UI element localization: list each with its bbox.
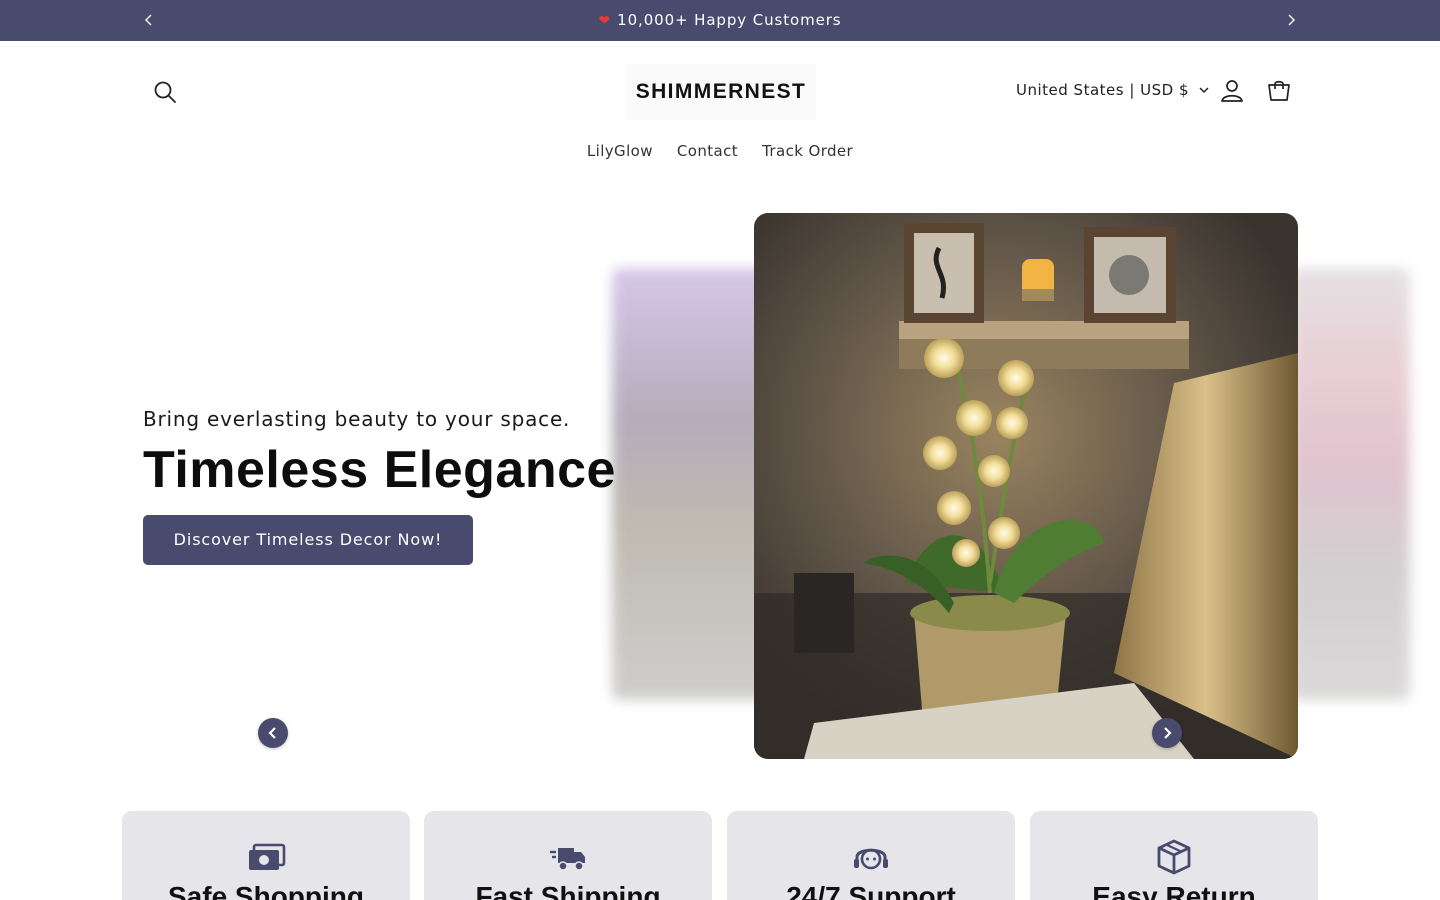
site-header: SHIMMERNEST United States | USD $ LilyGl… bbox=[0, 41, 1440, 193]
hero-image bbox=[754, 213, 1298, 759]
account-icon bbox=[1221, 80, 1243, 102]
delivery-truck-icon bbox=[548, 839, 588, 875]
announcement-message: ❤ 10,000+ Happy Customers bbox=[0, 0, 1440, 41]
search-button[interactable] bbox=[151, 78, 179, 106]
slideshow-next-button[interactable] bbox=[1152, 718, 1182, 748]
account-button[interactable] bbox=[1218, 77, 1246, 105]
announcement-next-button[interactable] bbox=[1283, 12, 1299, 28]
slideshow-prev-button[interactable] bbox=[258, 718, 288, 748]
hero-text-block: Bring everlasting beauty to your space. … bbox=[143, 407, 663, 565]
hero-subheading: Bring everlasting beauty to your space. bbox=[143, 407, 571, 431]
feature-title: Safe Shopping bbox=[168, 881, 364, 900]
country-currency-selector[interactable]: United States | USD $ bbox=[1016, 79, 1211, 101]
logo-link[interactable]: SHIMMERNEST bbox=[626, 64, 816, 120]
cart-icon bbox=[1268, 80, 1290, 101]
chevron-left-icon bbox=[268, 727, 276, 739]
next-slide-preview[interactable] bbox=[1290, 268, 1410, 700]
feature-card-easy-return: Easy Return bbox=[1030, 811, 1318, 900]
support-headset-icon bbox=[851, 839, 891, 875]
hero-slideshow: Bring everlasting beauty to your space. … bbox=[0, 193, 1440, 783]
heart-emoji-icon: ❤ bbox=[598, 13, 612, 29]
chevron-right-icon bbox=[1288, 14, 1295, 26]
chevron-down-icon bbox=[1199, 87, 1209, 94]
hero-title: Timeless Elegance bbox=[143, 441, 616, 499]
feature-card-support: 24/7 Support bbox=[727, 811, 1015, 900]
main-nav: LilyGlow Contact Track Order bbox=[0, 142, 1440, 160]
feature-title: 24/7 Support bbox=[786, 881, 956, 900]
announcement-text: 10,000+ Happy Customers bbox=[617, 11, 842, 29]
feature-card-safe-shopping: Safe Shopping bbox=[122, 811, 410, 900]
lily-lamp-photo bbox=[754, 213, 1298, 759]
money-icon bbox=[246, 839, 286, 875]
hero-cta-button[interactable]: Discover Timeless Decor Now! bbox=[143, 515, 473, 565]
feature-title: Fast Shipping bbox=[475, 881, 661, 900]
search-icon bbox=[154, 81, 176, 103]
logo: SHIMMERNEST bbox=[635, 80, 807, 103]
cart-button[interactable] bbox=[1265, 77, 1293, 105]
nav-item-track-order[interactable]: Track Order bbox=[750, 142, 865, 160]
features-row: Safe Shopping Fast Shipping 24/7 Support… bbox=[0, 811, 1440, 900]
chevron-right-icon bbox=[1164, 727, 1172, 739]
nav-item-contact[interactable]: Contact bbox=[665, 142, 750, 160]
nav-item-lilyglow[interactable]: LilyGlow bbox=[575, 142, 665, 160]
feature-title: Easy Return bbox=[1092, 881, 1256, 900]
feature-card-fast-shipping: Fast Shipping bbox=[424, 811, 712, 900]
box-icon bbox=[1154, 839, 1194, 875]
announcement-bar: ❤ 10,000+ Happy Customers bbox=[0, 0, 1440, 41]
currency-label: United States | USD $ bbox=[1016, 81, 1190, 99]
